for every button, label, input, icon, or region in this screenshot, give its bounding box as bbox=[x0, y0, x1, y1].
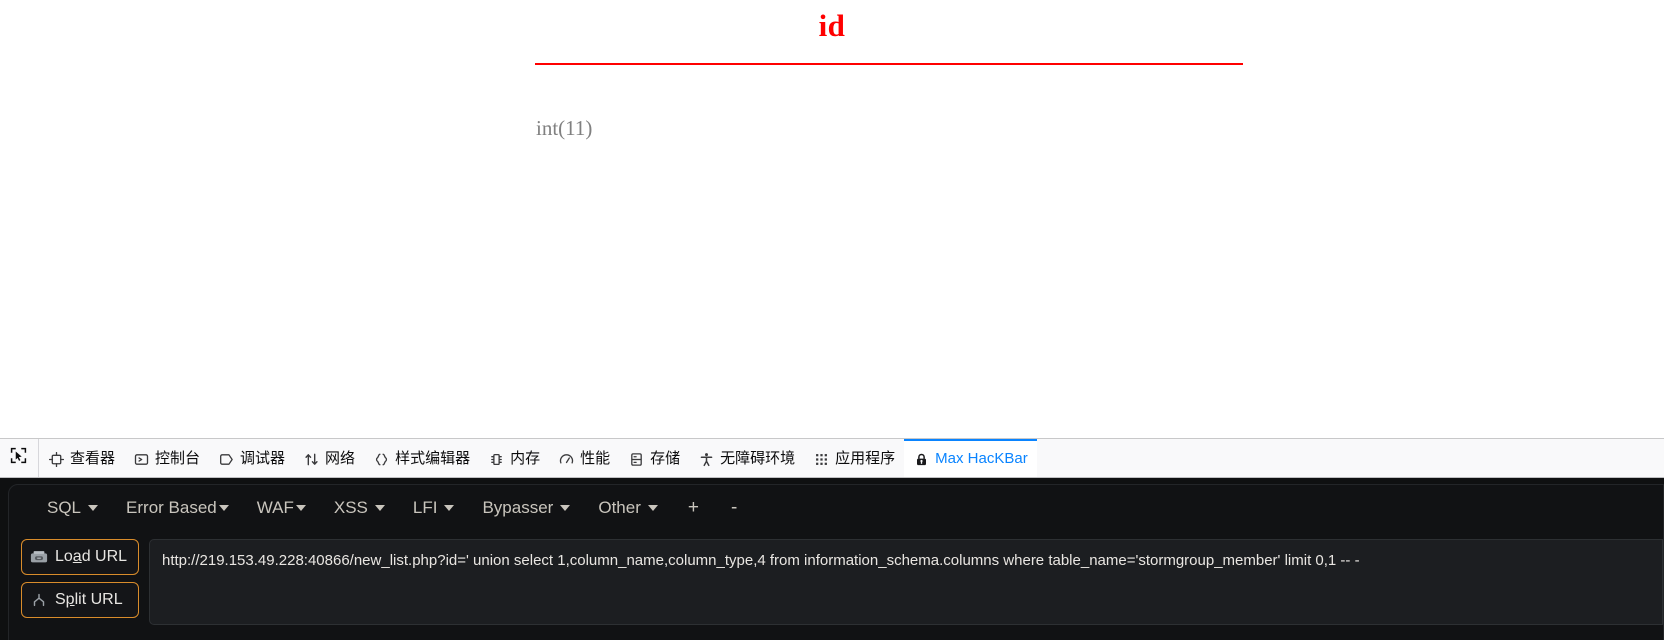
page-content: id int(11) bbox=[0, 0, 1664, 438]
tab-console-label: 控制台 bbox=[155, 450, 201, 467]
devtools-toolbar: 查看器 控制台 调试器 网络 样式编辑器 内存 性能 存储 无障碍环境 应用程序… bbox=[0, 438, 1664, 478]
chevron-down-icon bbox=[444, 505, 455, 511]
menu-xss-label: XSS bbox=[333, 498, 368, 517]
hackbar-url-row: Load URL Split URL http://219.153.49.228… bbox=[9, 531, 1663, 625]
accessibility-icon bbox=[698, 451, 714, 467]
menu-bypasser-label: Bypasser bbox=[482, 498, 554, 517]
menu-xss[interactable]: XSS bbox=[320, 494, 399, 522]
memory-icon bbox=[488, 451, 504, 467]
picker-group bbox=[0, 439, 39, 477]
load-url-button[interactable]: Load URL bbox=[21, 539, 139, 575]
hackbar-button-column: Load URL Split URL bbox=[21, 539, 139, 618]
chevron-down-icon bbox=[374, 505, 385, 511]
hackbar-menubar: SQL Error Based WAF XSS LFI Bypasser Oth… bbox=[9, 485, 1663, 531]
chevron-down-icon bbox=[647, 505, 658, 511]
tab-style-editor-label: 样式编辑器 bbox=[395, 450, 471, 467]
debugger-icon bbox=[218, 451, 234, 467]
menu-sql-label: SQL bbox=[47, 498, 82, 517]
devtools-tab-list: 查看器 控制台 调试器 网络 样式编辑器 内存 性能 存储 无障碍环境 应用程序… bbox=[39, 439, 1664, 477]
tab-performance[interactable]: 性能 bbox=[549, 439, 619, 477]
browser-window: id int(11) 查看器 控制台 调试器 网络 样式编辑器 内存 性能 存储… bbox=[0, 0, 1664, 640]
tab-accessibility-label: 无障碍环境 bbox=[720, 450, 796, 467]
menu-lfi-label: LFI bbox=[412, 498, 438, 517]
tab-network-label: 网络 bbox=[325, 450, 356, 467]
horizontal-rule bbox=[535, 63, 1243, 65]
remove-tab-button[interactable]: - bbox=[715, 493, 753, 523]
tab-inspector[interactable]: 查看器 bbox=[39, 439, 124, 477]
network-icon bbox=[303, 451, 319, 467]
split-url-label: Split URL bbox=[55, 591, 123, 609]
tab-style-editor[interactable]: 样式编辑器 bbox=[364, 439, 479, 477]
tab-storage-label: 存储 bbox=[650, 450, 681, 467]
application-icon bbox=[813, 451, 829, 467]
menu-error-based-label: Error Based bbox=[126, 498, 217, 517]
menu-lfi[interactable]: LFI bbox=[399, 494, 469, 522]
tab-debugger[interactable]: 调试器 bbox=[209, 439, 294, 477]
hackbar-icon bbox=[913, 451, 929, 467]
menu-other-label: Other bbox=[598, 498, 641, 517]
tab-performance-label: 性能 bbox=[580, 450, 611, 467]
hackbar-inner: SQL Error Based WAF XSS LFI Bypasser Oth… bbox=[8, 484, 1664, 640]
element-picker-icon bbox=[10, 447, 27, 469]
tab-max-hackbar[interactable]: Max HacKBar bbox=[904, 439, 1037, 477]
split-url-label-pre: S bbox=[55, 591, 66, 608]
column-type-value: int(11) bbox=[536, 116, 593, 140]
hackbar-panel: SQL Error Based WAF XSS LFI Bypasser Oth… bbox=[0, 478, 1664, 640]
performance-icon bbox=[558, 451, 574, 467]
tab-network[interactable]: 网络 bbox=[294, 439, 364, 477]
tab-memory-label: 内存 bbox=[510, 450, 541, 467]
page-title: id bbox=[818, 8, 846, 43]
tab-application[interactable]: 应用程序 bbox=[804, 439, 904, 477]
console-icon bbox=[133, 451, 149, 467]
style-editor-icon bbox=[373, 451, 389, 467]
load-url-label-accelerator: a bbox=[72, 548, 82, 565]
inspector-icon bbox=[48, 451, 64, 467]
tab-debugger-label: 调试器 bbox=[240, 450, 286, 467]
menu-waf[interactable]: WAF bbox=[243, 494, 320, 522]
split-url-icon bbox=[30, 593, 48, 608]
tab-storage[interactable]: 存储 bbox=[619, 439, 689, 477]
tab-inspector-label: 查看器 bbox=[70, 450, 116, 467]
menu-other[interactable]: Other bbox=[584, 494, 672, 522]
chevron-down-icon bbox=[88, 505, 99, 511]
load-url-label-post: d URL bbox=[81, 548, 128, 565]
split-url-label-post: lit URL bbox=[74, 591, 123, 608]
storage-icon bbox=[628, 451, 644, 467]
tab-max-hackbar-label: Max HacKBar bbox=[935, 450, 1028, 467]
split-url-button[interactable]: Split URL bbox=[21, 582, 139, 618]
chevron-down-icon bbox=[218, 505, 229, 511]
menu-sql[interactable]: SQL bbox=[33, 494, 112, 522]
tab-memory[interactable]: 内存 bbox=[479, 439, 549, 477]
url-input[interactable]: http://219.153.49.228:40866/new_list.php… bbox=[149, 539, 1663, 625]
tab-application-label: 应用程序 bbox=[835, 450, 896, 467]
chevron-down-icon bbox=[295, 505, 306, 511]
chevron-down-icon bbox=[560, 505, 571, 511]
menu-bypasser[interactable]: Bypasser bbox=[468, 494, 584, 522]
split-url-label-accelerator: p bbox=[65, 591, 75, 608]
element-picker-button[interactable] bbox=[4, 445, 32, 471]
load-url-label-pre: Lo bbox=[55, 548, 73, 565]
add-tab-button[interactable]: + bbox=[672, 493, 715, 523]
tab-accessibility[interactable]: 无障碍环境 bbox=[689, 439, 804, 477]
load-url-icon bbox=[30, 550, 48, 565]
menu-error-based[interactable]: Error Based bbox=[112, 494, 243, 522]
tab-console[interactable]: 控制台 bbox=[124, 439, 209, 477]
menu-waf-label: WAF bbox=[256, 498, 294, 517]
load-url-label: Load URL bbox=[55, 548, 127, 566]
